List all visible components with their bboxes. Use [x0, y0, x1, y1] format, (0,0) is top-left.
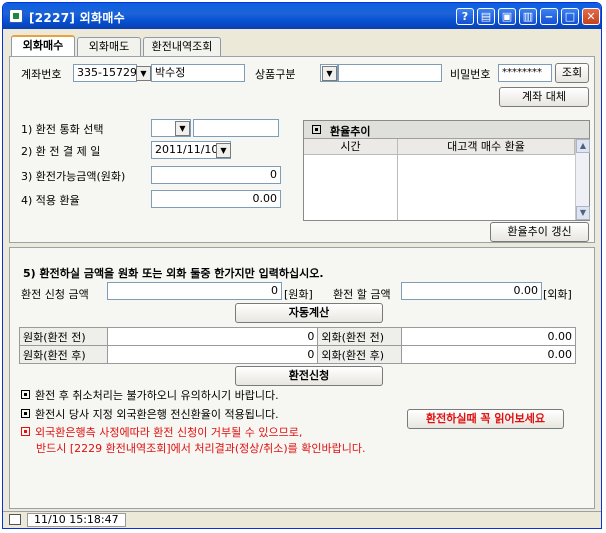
scroll-down-icon[interactable]: ▼	[576, 206, 590, 220]
tab-exchange-history[interactable]: 환전내역조회	[143, 37, 221, 56]
password-field[interactable]: ********	[498, 64, 552, 82]
account-owner-field: 박수정	[151, 64, 245, 82]
toolbar-icon-3[interactable]: ▥	[519, 8, 537, 25]
account-label: 계좌번호	[21, 68, 62, 81]
exchange-amount-field[interactable]: 0.00	[401, 282, 542, 300]
note-text: 외국환은행측 사정에따라 환전 신청이 거부될 수 있으므로,	[35, 426, 303, 439]
product-name-field	[338, 64, 442, 82]
request-amount-field[interactable]: 0	[107, 282, 282, 300]
applied-rate-field: 0.00	[151, 190, 281, 208]
fx-after-label: 외화(환전 후)	[317, 345, 403, 364]
window-title: [2227] 외화매수	[29, 11, 126, 25]
auto-calc-button[interactable]: 자동계산	[235, 303, 383, 323]
close-button[interactable]: ✕	[582, 8, 600, 25]
app-icon	[9, 9, 23, 23]
rate-trend-panel: 환율추이 시간 대고객 매수 환율 ▲ ▼	[303, 120, 590, 221]
request-amount-label: 환전 신청 금액	[21, 288, 89, 301]
krw-after-value: 0	[106, 345, 319, 364]
krw-before-label: 원화(환전 전)	[19, 327, 108, 346]
help-button[interactable]: ?	[456, 8, 474, 25]
status-time: 11/10 15:18:47	[27, 513, 126, 527]
column-divider	[397, 155, 398, 220]
note-warning-line2: 반드시 [2229 환전내역조회]에서 처리결과(정상/취소)를 확인바랍니다.	[36, 442, 366, 455]
note-text: 환전 후 취소처리는 불가하오니 유의하시기 바랍니다.	[35, 389, 279, 402]
fx-after-value: 0.00	[401, 345, 576, 364]
account-number-field[interactable]: 335-157290	[73, 64, 137, 82]
available-amount-field: 0	[151, 166, 281, 184]
minimize-button[interactable]: ‒	[540, 8, 558, 25]
toolbar-icon-1[interactable]: ▤	[477, 8, 495, 25]
product-label: 상품구분	[255, 68, 296, 81]
rate-trend-title: 환율추이	[330, 125, 371, 138]
calendar-dropdown[interactable]: ▼	[216, 143, 231, 158]
exchange-amount-label: 환전 할 금액	[333, 288, 391, 301]
maximize-button[interactable]: □	[561, 8, 579, 25]
note-rate-applied: 환전시 당사 지정 외국환은행 전신환율이 적용됩니다.	[21, 406, 279, 422]
currency-select-label: 1) 환전 통화 선택	[21, 123, 104, 136]
krw-before-value: 0	[106, 327, 319, 346]
password-label: 비밀번호	[450, 68, 491, 81]
request-unit: [원화]	[284, 288, 313, 301]
rate-refresh-button[interactable]: 환율추이 갱신	[490, 222, 589, 242]
account-dropdown[interactable]: ▼	[136, 66, 151, 81]
tab-fx-buy[interactable]: 외화매수	[11, 35, 75, 56]
note-warning: 외국환은행측 사정에따라 환전 신청이 거부될 수 있으므로,	[21, 424, 302, 440]
table-row: 원화(환전 전) 0 외화(환전 전) 0.00	[19, 327, 576, 346]
title-bar[interactable]: [2227] 외화매수 ? ▤ ▣ ▥ ‒ □ ✕	[3, 3, 601, 29]
note-text: 환전시 당사 지정 외국환은행 전신환율이 적용됩니다.	[35, 408, 279, 421]
krw-after-label: 원화(환전 후)	[19, 345, 108, 364]
rate-trend-scrollbar[interactable]: ▲ ▼	[575, 139, 590, 220]
table-row: 원화(환전 후) 0 외화(환전 후) 0.00	[19, 345, 576, 364]
tab-fx-sell[interactable]: 외화매도	[77, 37, 141, 56]
account-replace-button[interactable]: 계좌 대체	[499, 87, 589, 107]
bullet-icon	[312, 125, 321, 134]
lookup-button[interactable]: 조회	[555, 63, 589, 83]
scroll-up-icon[interactable]: ▲	[576, 139, 590, 153]
main-window: [2227] 외화매수 ? ▤ ▣ ▥ ‒ □ ✕ 외화매수 외화매도 환전내역…	[2, 2, 602, 529]
currency-dropdown[interactable]: ▼	[175, 121, 190, 136]
currency-name-field	[193, 119, 279, 137]
apply-exchange-button[interactable]: 환전신청	[235, 366, 383, 386]
col-rate-header: 대고객 매수 환율	[398, 139, 575, 155]
summary-table: 원화(환전 전) 0 외화(환전 전) 0.00 원화(환전 후) 0 외화(환…	[19, 327, 576, 364]
exchange-unit: [외화]	[543, 288, 572, 301]
bullet-icon	[21, 409, 30, 418]
rate-trend-header: 환율추이	[304, 121, 589, 139]
amount-instruction: 5) 환전하실 금액을 원화 또는 외화 둘중 한가지만 입력하십시오.	[23, 267, 324, 280]
status-monitor-icon	[9, 514, 21, 525]
col-time-header: 시간	[304, 139, 398, 155]
fx-before-label: 외화(환전 전)	[317, 327, 403, 346]
must-read-button[interactable]: 환전하실때 꼭 읽어보세요	[407, 409, 564, 429]
available-amount-label: 3) 환전가능금액(원화)	[21, 170, 126, 183]
settle-date-label: 2) 환 전 결 제 일	[21, 145, 101, 158]
product-dropdown[interactable]: ▼	[322, 66, 337, 81]
toolbar-icon-2[interactable]: ▣	[498, 8, 516, 25]
fx-before-value: 0.00	[401, 327, 576, 346]
status-bar: 11/10 15:18:47	[3, 511, 601, 528]
warning-bullet-icon	[21, 427, 30, 436]
note-no-cancel: 환전 후 취소처리는 불가하오니 유의하시기 바랍니다.	[21, 387, 279, 403]
applied-rate-label: 4) 적용 환율	[21, 194, 80, 207]
bullet-icon	[21, 390, 30, 399]
